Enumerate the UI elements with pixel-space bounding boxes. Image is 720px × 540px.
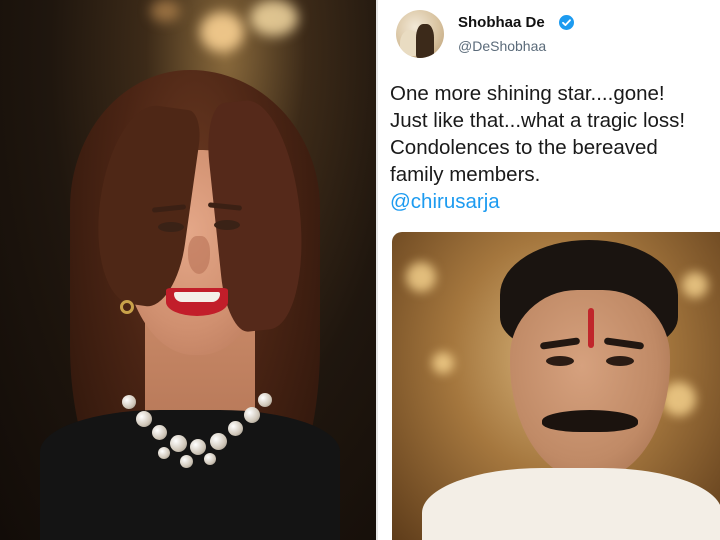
- verified-badge-icon: [559, 15, 574, 30]
- portrait-nose: [188, 236, 210, 274]
- author-avatar[interactable]: [396, 10, 444, 58]
- tweet-text-line: Condolences to the bereaved: [390, 136, 658, 159]
- tweet-text-line: family members.: [390, 163, 541, 186]
- media-subject-eye: [606, 356, 634, 366]
- background-light-bokeh: [200, 12, 244, 52]
- portrait-eye: [158, 222, 184, 232]
- media-subject-mustache: [542, 410, 638, 432]
- background-light-bokeh: [150, 0, 180, 22]
- tweet-text-line: Just like that...what a tragic loss!: [390, 109, 686, 132]
- media-subject-shirt: [422, 468, 720, 540]
- portrait-photo-left: [0, 0, 376, 540]
- portrait-eye: [214, 220, 240, 230]
- media-subject-eye: [546, 356, 574, 366]
- author-name[interactable]: Shobhaa De: [458, 14, 545, 31]
- author-handle[interactable]: @DeShobhaa: [458, 38, 546, 54]
- mention-link[interactable]: @chirusarja: [390, 188, 718, 215]
- tweet-text-line: One more shining star....gone!: [390, 82, 665, 105]
- portrait-smile: [166, 288, 228, 316]
- tweet-media-image[interactable]: [392, 232, 720, 540]
- media-subject-tilak: [588, 308, 594, 348]
- tweet-card: Shobhaa De @DeShobhaa One more shining s…: [376, 0, 720, 540]
- portrait-earring: [120, 300, 134, 314]
- portrait-necklace: [118, 385, 278, 475]
- background-light-bokeh: [250, 0, 298, 36]
- tweet-body: One more shining star....gone! Just like…: [390, 80, 718, 215]
